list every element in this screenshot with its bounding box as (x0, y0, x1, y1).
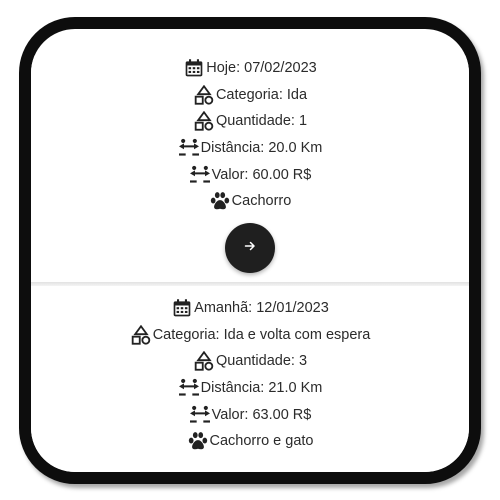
quantity-row: Quantidade: 3 (193, 348, 307, 375)
category-row: Categoria: Ida (193, 82, 307, 109)
date-text: Amanhã: 12/01/2023 (194, 300, 329, 317)
shapes-icon (130, 324, 152, 346)
value-text: Valor: 63.00 R$ (211, 406, 312, 423)
calendar-icon (171, 297, 193, 319)
quantity-row: Quantidade: 1 (193, 108, 307, 135)
quantity-text: Quantidade: 1 (215, 113, 308, 130)
distance-text: Distância: 21.0 Km (200, 380, 323, 397)
distance-text: Distância: 20.0 Km (200, 140, 323, 157)
pet-row: Cachorro (209, 188, 292, 215)
paw-icon (187, 430, 209, 452)
next-button[interactable] (225, 474, 275, 484)
shapes-icon (193, 84, 215, 106)
ride-card: Hoje: 07/02/2023 Categoria: Ida Quantida… (31, 55, 469, 283)
arrows-swap-icon (178, 377, 200, 399)
shapes-icon (193, 350, 215, 372)
pet-text: Cachorro (231, 193, 292, 210)
value-row: Valor: 63.00 R$ (189, 401, 312, 428)
category-text: Categoria: Ida e volta com espera (152, 326, 371, 343)
arrows-swap-icon (189, 164, 211, 186)
arrows-swap-icon (189, 404, 211, 426)
calendar-icon (183, 57, 205, 79)
pet-row: Cachorro e gato (187, 428, 314, 455)
ride-card: Amanhã: 12/01/2023 Categoria: Ida e volt… (31, 295, 469, 472)
distance-row: Distância: 20.0 Km (178, 135, 323, 162)
next-button[interactable] (225, 222, 275, 273)
pet-text: Cachorro e gato (209, 433, 314, 450)
paw-icon (209, 190, 231, 212)
arrow-right-icon (244, 239, 256, 257)
card-divider (31, 282, 469, 286)
quantity-text: Quantidade: 3 (215, 353, 308, 370)
value-text: Valor: 60.00 R$ (211, 166, 312, 183)
date-row: Hoje: 07/02/2023 (183, 55, 317, 82)
shapes-icon (193, 110, 215, 132)
category-text: Categoria: Ida (215, 86, 308, 103)
distance-row: Distância: 21.0 Km (178, 375, 323, 402)
date-row: Amanhã: 12/01/2023 (171, 295, 329, 322)
date-text: Hoje: 07/02/2023 (206, 60, 317, 77)
phone-frame: Hoje: 07/02/2023 Categoria: Ida Quantida… (19, 17, 481, 484)
value-row: Valor: 60.00 R$ (189, 161, 312, 188)
category-row: Categoria: Ida e volta com espera (130, 322, 371, 349)
arrows-swap-icon (178, 137, 200, 159)
